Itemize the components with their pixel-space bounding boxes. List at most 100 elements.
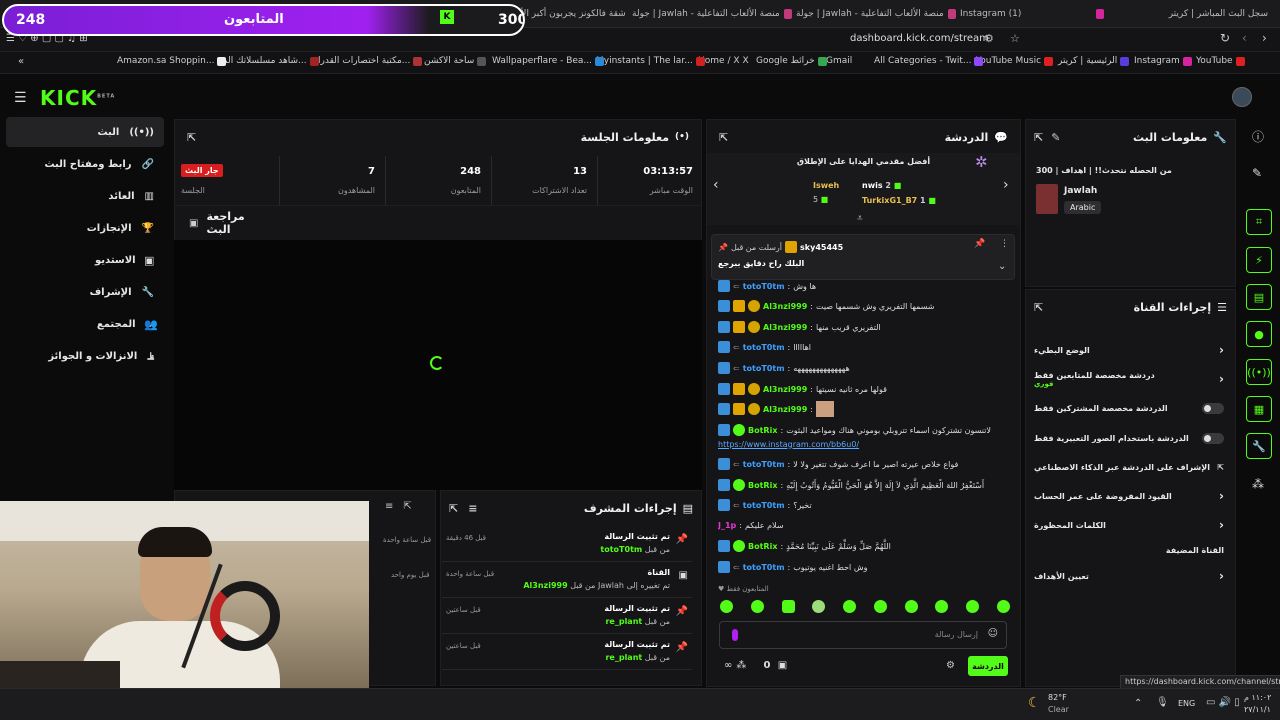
popout-icon[interactable]: ⇱	[187, 131, 196, 144]
popout-icon[interactable]: ⇱	[1034, 301, 1043, 314]
quick-action-button[interactable]: ⌗	[1246, 209, 1272, 235]
account-age-row[interactable]: القيود المفروضة على عمر الحساب ›	[1034, 486, 1224, 506]
url-field[interactable]: dashboard.kick.com/stream	[850, 33, 989, 44]
quick-action-button[interactable]: ▤	[1246, 284, 1272, 310]
users-icon[interactable]: ⁂	[736, 660, 746, 671]
chat-message[interactable]: Al3nzi999: شسمها التفريري وش شسمها صيت	[718, 297, 1018, 315]
set-goals-row[interactable]: تعيين الأهداف ›	[1034, 566, 1224, 586]
chat-message[interactable]: ⇐ totoT0tm: ههههههههههههههه	[718, 359, 1018, 377]
avatar[interactable]	[1232, 87, 1252, 107]
emote-icon[interactable]	[904, 600, 918, 613]
bookmark-item[interactable]: Gmail	[826, 56, 852, 66]
chat-message[interactable]: ⇐ totoT0tm: تخير؟	[718, 496, 1018, 514]
bookmarks-overflow-icon[interactable]: «	[18, 56, 24, 67]
quick-action-button[interactable]: ▦	[1246, 396, 1272, 422]
mod-action-row[interactable]: 📌 تم تثبيت الرسالة re_plant من قبل قبل ساعت…	[442, 636, 692, 670]
bookmark-item[interactable]: YouTube	[1196, 56, 1245, 66]
quick-action-button[interactable]: 🔧	[1246, 433, 1272, 459]
chat-message[interactable]: ⇐ totoT0tm: ها وش	[718, 277, 1018, 295]
mic-tray-icon[interactable]: 🎙	[1156, 697, 1169, 708]
chat-message[interactable]: ⇐ totoT0tm: فواع خلاص عيرته اصير ما اعرف ش…	[718, 455, 1018, 473]
chat-link[interactable]: https://www.instagram.com/bb6u0/	[718, 435, 1018, 453]
popout-icon[interactable]: ⇱	[449, 502, 458, 515]
quick-action-button[interactable]: ●	[1246, 321, 1272, 347]
clock-time[interactable]: ١١:٠٢ م	[1244, 693, 1271, 702]
quick-action-button[interactable]: ((•))	[1246, 359, 1272, 385]
mod-action-row[interactable]: ▣ القناة Al3nzi999 من قبل Jawlah تم تغييره…	[442, 564, 692, 598]
bookmark-item[interactable]: شاهد مسلسلاتك الم...	[222, 56, 319, 66]
nav-item-stream[interactable]: البث ((•))	[6, 117, 164, 147]
emote-icon[interactable]	[966, 600, 980, 613]
emote-icon[interactable]	[935, 600, 949, 613]
nav-item-studio[interactable]: ▣ الاستديو ⌄	[6, 245, 164, 275]
chat-message[interactable]: BotRix: اللَّهُمَّ صَلِّ وَسَلِّمْ عَلَى …	[718, 537, 1018, 555]
infinity-icon[interactable]: ∞	[724, 660, 732, 671]
chat-message[interactable]: Al3nzi999:	[718, 400, 1018, 418]
info-icon[interactable]: ⓘ	[1252, 128, 1264, 145]
popout-icon[interactable]: ⇱	[1034, 131, 1043, 144]
slow-mode-row[interactable]: الوضع البطيء ›	[1034, 340, 1224, 360]
bookmark-star-icon[interactable]: ☆	[1010, 32, 1020, 45]
bookmark-item[interactable]: Amazon.sa Shoppin...	[117, 56, 227, 66]
emote-icon[interactable]	[873, 600, 887, 613]
subscribers-only-toggle[interactable]	[1202, 402, 1224, 414]
stream-preview[interactable]	[174, 240, 702, 490]
weather-temp[interactable]: 82°F	[1048, 693, 1067, 702]
nav-item-drops[interactable]: الانزالات و الجوائز ⫡	[6, 341, 164, 371]
emote-icon[interactable]	[750, 600, 764, 613]
filter-icon[interactable]: ≡	[385, 501, 393, 512]
emote-icon[interactable]	[720, 600, 733, 613]
host-channel-row[interactable]: القناة المضيفة	[1034, 540, 1224, 560]
chat-message[interactable]: Al3nzi999: قولها مره ثانيه نسيتها	[718, 380, 1018, 398]
chat-message[interactable]: ⇐ totoT0tm: اهااااا	[718, 338, 1018, 356]
emote-only-toggle[interactable]	[1202, 432, 1224, 444]
popout-icon[interactable]: ⇱	[719, 131, 728, 144]
reload-icon[interactable]: ↻	[1220, 31, 1230, 45]
mod-action-row[interactable]: 📌 تم تثبيت الرسالة totoT0tm من قبل قبل 46 د…	[442, 528, 692, 562]
bookmark-item[interactable]: Instagram	[1134, 56, 1192, 66]
bookmark-item[interactable]: ساحة الاكشن	[424, 56, 487, 66]
emote-icon[interactable]	[781, 600, 795, 613]
bookmark-item[interactable]: الرئيسية | كريتر	[1058, 56, 1130, 66]
banned-words-row[interactable]: الكلمات المحظورة ›	[1034, 515, 1224, 535]
emote-icon[interactable]	[843, 600, 857, 613]
bookmark-item[interactable]: Google خرائط	[756, 56, 827, 66]
forward-icon[interactable]: ›	[1262, 31, 1267, 45]
bookmark-item[interactable]: Wallpaperflare - Bea...	[492, 56, 605, 66]
nav-item-stream-key[interactable]: رابط ومفتاح البث 🔗	[6, 149, 164, 179]
tab-jawlah-1[interactable]: جولة | Jawlah - منصة الألعاب التفاعلية	[796, 5, 956, 23]
tab-instagram[interactable]: Instagram (1)	[960, 5, 1050, 23]
emote-icon[interactable]	[996, 600, 1010, 613]
tray-chevron-icon[interactable]: ⌃	[1134, 698, 1142, 709]
unpin-icon[interactable]: 📌	[974, 239, 985, 249]
chat-message[interactable]: Al3nzi999: التفريري قريب منها	[718, 318, 1018, 336]
chat-input[interactable]: إرسال رسالة ☺	[719, 621, 1007, 649]
language-indicator[interactable]: ENG	[1178, 699, 1195, 708]
ai-moderation-row[interactable]: الإشراف على الدردشة عبر الذكاء الاصطناعي…	[1034, 457, 1224, 477]
tab-kick-stream[interactable]: سجل البث المباشر | كريتر	[1138, 5, 1268, 23]
hamburger-menu-icon[interactable]: ☰	[14, 90, 27, 106]
tab-jawlah-2[interactable]: جولة | Jawlah - منصة الألعاب التفاعلية	[632, 5, 792, 23]
network-volume-icons[interactable]: ▭ 🔊 ▯	[1206, 697, 1240, 708]
bookmark-item[interactable]: All Categories - Twit...	[874, 56, 984, 66]
filter-icon[interactable]: ≡	[468, 502, 477, 515]
chat-message[interactable]: ⇐ totoT0tm: وش احط اغنيه يوتيوب	[718, 558, 1018, 576]
popout-icon[interactable]: ⇱	[403, 501, 411, 512]
bookmark-item[interactable]: Myinstants | The lar...	[596, 56, 705, 66]
mic-icon[interactable]	[732, 629, 738, 641]
nav-item-achievements[interactable]: الإنجازات 🏆	[6, 213, 164, 243]
bookmark-item[interactable]: مكتبة اختصارات القدرا...	[318, 56, 423, 66]
nav-item-moderation[interactable]: الإشراف 🔧	[6, 277, 164, 307]
nav-item-revenue[interactable]: العائد ▥	[6, 181, 164, 211]
emoji-icon[interactable]: ☺	[988, 628, 998, 639]
pencil-icon[interactable]: ✎	[1252, 166, 1262, 180]
apps-icon[interactable]: ⁂	[1252, 477, 1264, 491]
chevron-down-icon[interactable]: ⌄	[998, 261, 1006, 272]
followers-only-row[interactable]: دردشة مخصصة للمتابعين فقط فوري ›	[1034, 366, 1224, 392]
chevron-left-icon[interactable]: ‹	[713, 177, 719, 193]
mod-action-row[interactable]: 📌 تم تثبيت الرسالة re_plant من قبل قبل ساعت…	[442, 600, 692, 634]
bookmark-item[interactable]: YouTube Music	[976, 56, 1054, 66]
chat-message[interactable]: J_1p: سلام عليكم	[718, 516, 1018, 534]
more-options-icon[interactable]: ⋮	[1000, 239, 1009, 249]
bookmark-item[interactable]: Home / XX	[698, 56, 749, 66]
